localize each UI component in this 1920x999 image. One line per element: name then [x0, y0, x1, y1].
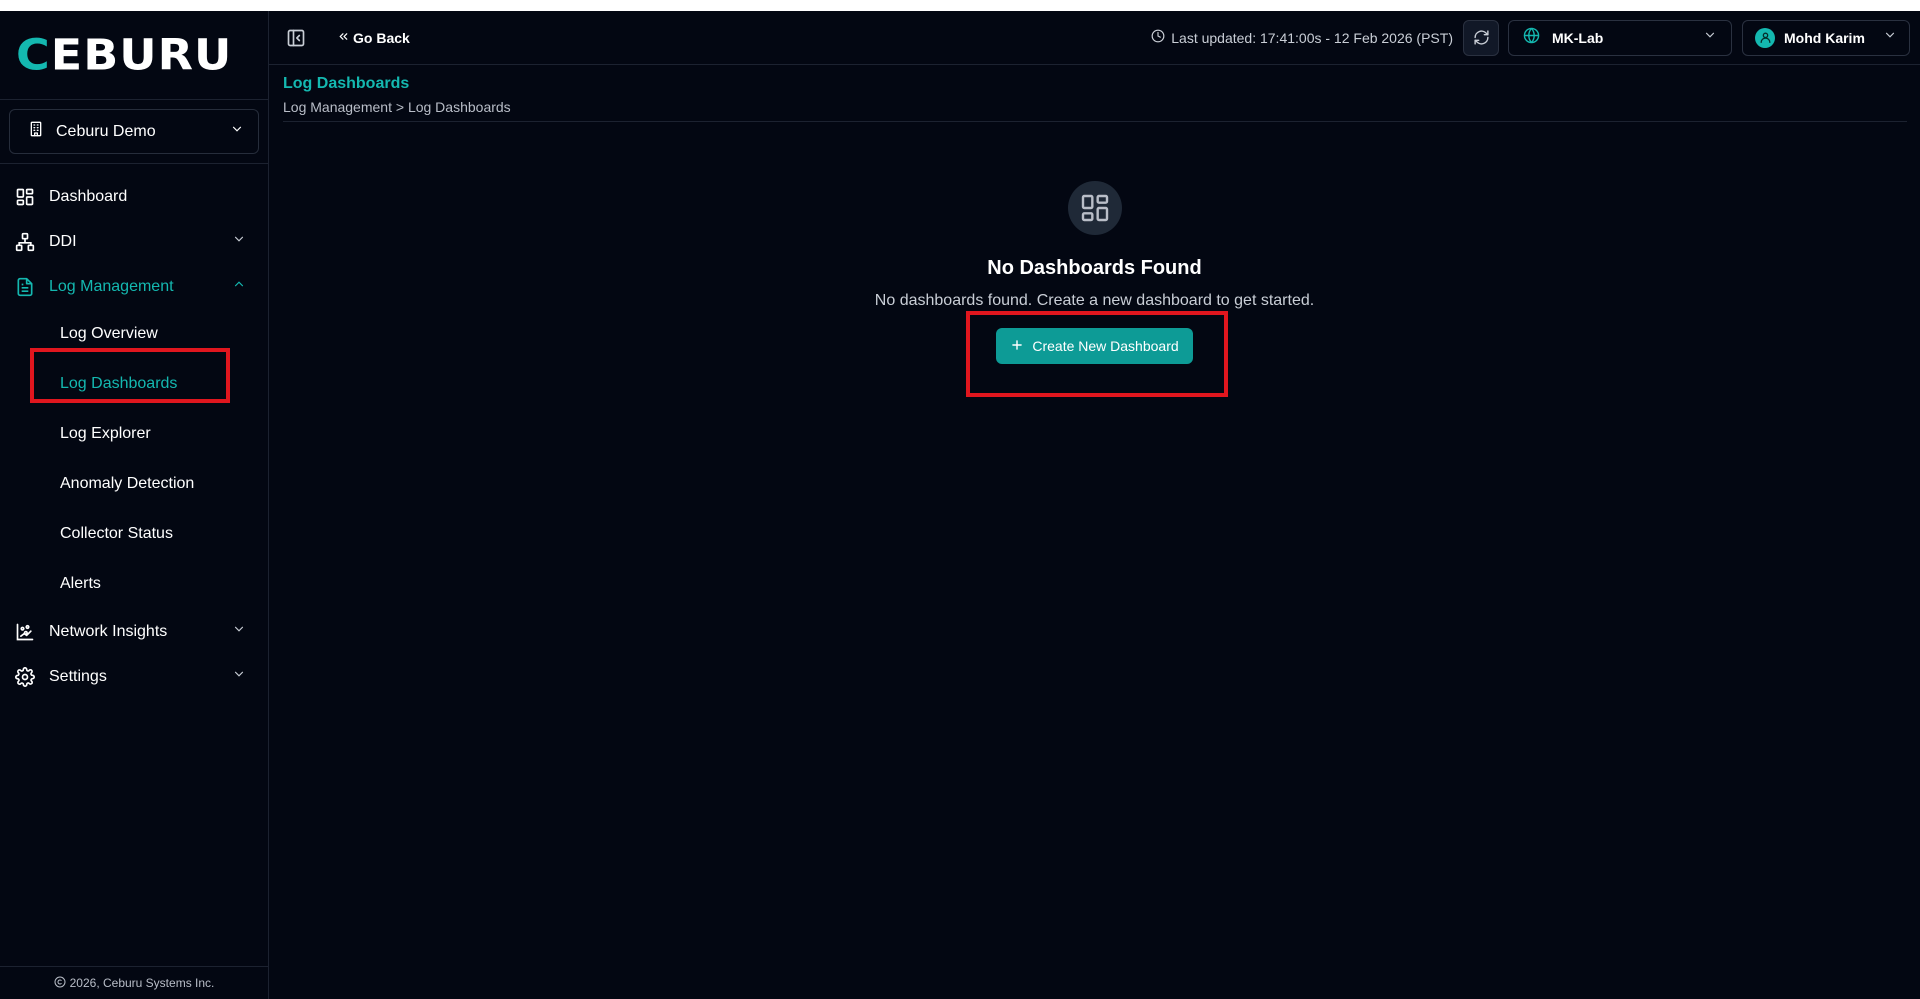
- go-back-button[interactable]: Go Back: [337, 30, 410, 46]
- last-updated-text: Last updated: 17:41:00s - 12 Feb 2026 (P…: [1171, 29, 1453, 46]
- chevron-up-icon: [232, 277, 246, 296]
- sidebar-subitem-log-explorer[interactable]: Log Explorer: [0, 409, 268, 459]
- go-back-label: Go Back: [353, 29, 410, 46]
- user-name: Mohd Karim: [1784, 29, 1865, 46]
- org-selector-label: Ceburu Demo: [56, 122, 156, 140]
- sidebar-subitem-alerts[interactable]: Alerts: [0, 559, 268, 609]
- sidebar-item-dashboard[interactable]: Dashboard: [0, 174, 268, 219]
- sidebar-subitem-label: Anomaly Detection: [60, 475, 195, 492]
- sidebar-item-label: Log Management: [49, 277, 174, 295]
- sidebar-subitem-log-overview[interactable]: Log Overview: [0, 309, 268, 359]
- sidebar-subitem-collector-status[interactable]: Collector Status: [0, 509, 268, 559]
- building-icon: [28, 121, 44, 142]
- user-menu[interactable]: Mohd Karim: [1742, 19, 1910, 56]
- chevrons-left-icon: [337, 30, 350, 46]
- file-text-icon: [14, 276, 36, 298]
- app-window: CEBURU Ceburu Demo Dashboard DDI Log Man…: [0, 11, 1920, 999]
- chevron-down-icon: [1883, 28, 1897, 47]
- top-bar: Go Back Last updated: 17:41:00s - 12 Feb…: [269, 11, 1920, 65]
- chevron-down-icon: [232, 232, 246, 251]
- sidebar-subitem-log-dashboards[interactable]: Log Dashboards: [0, 359, 268, 409]
- dashboard-icon: [1067, 181, 1122, 235]
- empty-state-title: No Dashboards Found: [987, 257, 1202, 279]
- breadcrumb: Log Management > Log Dashboards: [283, 99, 1907, 115]
- site-selector-label: MK-Lab: [1552, 29, 1604, 46]
- network-icon: [14, 231, 36, 253]
- collapse-sidebar-button[interactable]: [285, 27, 307, 49]
- logo-text: CEBURU: [16, 30, 233, 80]
- user-icon: [1760, 32, 1770, 44]
- sidebar-footer: 2026, Ceburu Systems Inc.: [0, 966, 268, 999]
- sidebar-item-label: Dashboard: [49, 187, 128, 205]
- chevron-down-icon: [230, 122, 244, 141]
- gear-icon: [14, 666, 36, 688]
- sidebar-nav: Dashboard DDI Log Management Log Overvie…: [0, 164, 268, 699]
- copyright-text: 2026, Ceburu Systems Inc.: [69, 976, 215, 990]
- copyright-icon: [54, 976, 66, 991]
- logo[interactable]: CEBURU: [0, 11, 268, 100]
- page-title: Log Dashboards: [283, 75, 410, 92]
- site-selector[interactable]: MK-Lab: [1508, 19, 1732, 56]
- sidebar-item-network-insights[interactable]: Network Insights: [0, 609, 268, 654]
- last-updated-status: Last updated: 17:41:00s - 12 Feb 2026 (P…: [1151, 29, 1453, 46]
- create-new-dashboard-button[interactable]: Create New Dashboard: [996, 328, 1193, 364]
- page-header: Log Dashboards Log Management > Log Dash…: [283, 65, 1907, 122]
- avatar: [1755, 27, 1775, 48]
- sidebar-item-ddi[interactable]: DDI: [0, 219, 268, 264]
- sidebar-item-settings[interactable]: Settings: [0, 654, 268, 699]
- sidebar: CEBURU Ceburu Demo Dashboard DDI Log Man…: [0, 11, 269, 999]
- sidebar-subitem-label: Log Overview: [60, 325, 158, 342]
- sidebar-subitem-label: Log Explorer: [60, 425, 151, 442]
- plus-icon: [1010, 338, 1024, 355]
- breadcrumb-separator: >: [395, 99, 405, 115]
- breadcrumb-current: Log Dashboards: [407, 99, 511, 115]
- clock-icon: [1151, 29, 1165, 46]
- org-selector[interactable]: Ceburu Demo: [9, 109, 259, 154]
- chevron-down-icon: [232, 622, 246, 641]
- sidebar-item-label: DDI: [49, 232, 77, 250]
- chart-scatter-icon: [14, 621, 36, 643]
- refresh-button[interactable]: [1463, 19, 1499, 56]
- empty-state: No Dashboards Found No dashboards found.…: [269, 181, 1920, 364]
- breadcrumb-parent[interactable]: Log Management: [283, 99, 392, 115]
- create-new-dashboard-label: Create New Dashboard: [1032, 338, 1179, 354]
- sidebar-subitem-label: Log Dashboards: [60, 375, 178, 392]
- sidebar-subitem-label: Collector Status: [60, 525, 173, 542]
- main-content: Go Back Last updated: 17:41:00s - 12 Feb…: [269, 11, 1920, 999]
- dashboard-icon: [14, 186, 36, 208]
- globe-icon: [1523, 27, 1540, 49]
- sidebar-subitem-label: Alerts: [60, 575, 101, 592]
- chevron-down-icon: [1703, 28, 1717, 47]
- panel-left-icon: [287, 29, 305, 46]
- sidebar-item-label: Network Insights: [49, 622, 168, 640]
- empty-state-description: No dashboards found. Create a new dashbo…: [874, 292, 1315, 309]
- sidebar-subitem-anomaly-detection[interactable]: Anomaly Detection: [0, 459, 268, 509]
- sidebar-item-label: Settings: [49, 667, 107, 685]
- chevron-down-icon: [232, 667, 246, 686]
- sidebar-item-log-management[interactable]: Log Management: [0, 264, 268, 309]
- refresh-icon: [1473, 30, 1489, 45]
